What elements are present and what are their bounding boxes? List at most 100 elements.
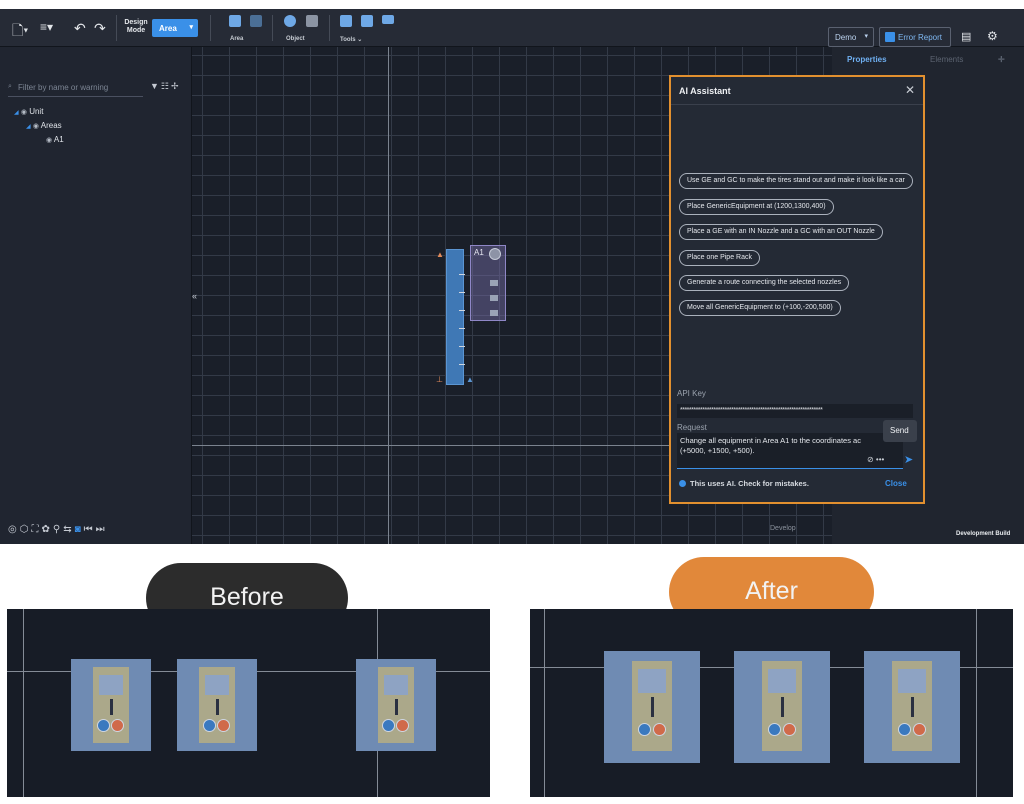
tools-ruler-icon[interactable] (382, 15, 394, 24)
camera-icon[interactable]: ◎ (8, 524, 20, 535)
development-build-label: Development Build (956, 531, 1011, 537)
equipment-marker[interactable] (490, 295, 498, 301)
error-report-label: Error Report (898, 33, 943, 42)
rack-tick (459, 292, 465, 293)
develop-label: Develop (770, 525, 796, 532)
search-icon: ⌕ (8, 83, 12, 90)
out-nozzle-icon (111, 719, 124, 732)
funnel-icon[interactable]: ▼ (150, 81, 161, 91)
filter-input[interactable]: ⌕ Filter by name or warning (8, 83, 143, 97)
tools-cube-icon[interactable] (340, 15, 352, 27)
palette-icon[interactable]: ✿ (41, 524, 52, 535)
tab-elements[interactable]: Elements (930, 55, 963, 64)
disclaimer-text: This uses AI. Check for mistakes. (690, 479, 809, 488)
area-label: A1 (474, 248, 484, 257)
cube-view-icon[interactable]: ⬡ (20, 524, 32, 535)
tree-item-areas[interactable]: ◢ ◉ Areas (26, 121, 62, 130)
api-key-input[interactable]: ****************************************… (677, 404, 913, 418)
list-edit-icon[interactable]: ≡▾ (40, 20, 53, 34)
error-report-button[interactable]: Error Report (879, 27, 951, 47)
tree-item-a1[interactable]: ◉ A1 (46, 135, 64, 144)
fit-icon[interactable]: ⛶ (31, 524, 41, 535)
sliders-icon[interactable]: ☷ (161, 81, 171, 91)
tree-item-label: A1 (53, 135, 64, 144)
pipe-rack[interactable] (446, 249, 465, 385)
area-box-icon[interactable] (229, 15, 241, 27)
toolbar-group-object: Object (286, 36, 305, 42)
tab-properties[interactable]: Properties (847, 55, 887, 64)
generic-equipment (177, 659, 257, 751)
generic-equipment (356, 659, 436, 751)
area-a1-box[interactable]: A1 (470, 245, 506, 321)
close-button[interactable]: Close (885, 479, 907, 488)
equipment-marker[interactable] (490, 280, 498, 286)
object-remove-icon[interactable] (306, 15, 318, 27)
dialog-title: AI Assistant (679, 86, 731, 96)
send-icon[interactable]: ➤ (904, 453, 913, 466)
out-nozzle-icon (217, 719, 230, 732)
new-file-icon[interactable]: 🗋▾ (12, 20, 28, 44)
out-nozzle-icon (913, 723, 926, 736)
suggestion-chip[interactable]: Place one Pipe Rack (679, 250, 760, 266)
rotate-handle-icon[interactable] (489, 248, 501, 260)
suggestion-chip[interactable]: Use GE and GC to make the tires stand ou… (679, 173, 913, 189)
info-icon (679, 480, 686, 487)
target-icon[interactable]: ◙ (75, 524, 84, 535)
gear-icon[interactable]: ⚙ (987, 29, 998, 43)
request-label: Request (677, 423, 707, 432)
expand-icon[interactable]: ✢ (171, 81, 181, 91)
in-nozzle-icon (97, 719, 110, 732)
in-nozzle-icon (898, 723, 911, 736)
eye-icon[interactable]: ◉ (21, 109, 27, 116)
area-person-icon[interactable] (250, 15, 262, 27)
collapse-panel-icon[interactable]: « (192, 291, 197, 301)
mode-select-value: Area (159, 24, 177, 33)
suggestion-chip[interactable]: Place GenericEquipment at (1200,1300,400… (679, 199, 834, 215)
expand-triangle-icon[interactable]: ◢ (14, 110, 19, 116)
anchor-marker-icon: ▲ (436, 250, 444, 259)
tools-axis-icon[interactable] (361, 15, 373, 27)
window-layout-icon[interactable]: ▤ (961, 30, 971, 43)
in-nozzle-icon (382, 719, 395, 732)
demo-select-value: Demo (835, 33, 857, 42)
suggestion-chip[interactable]: Generate a route connecting the selected… (679, 275, 850, 291)
toolbar-divider (272, 15, 273, 41)
toolbar-group-tools[interactable]: Tools ⌄ (340, 36, 362, 43)
mode-select[interactable]: Area ▾ (152, 19, 198, 37)
toolbar-divider (329, 15, 330, 41)
view-tools-bar: ◎⬡⛶✿⚲⇆◙⏮⏭ (8, 524, 108, 535)
grid-line (976, 609, 977, 797)
toolbar-divider (116, 15, 117, 41)
rack-tick (459, 346, 465, 347)
before-view (7, 609, 490, 797)
design-mode-label: Design Mode (124, 19, 148, 34)
expand-triangle-icon[interactable]: ◢ (26, 124, 31, 130)
redo-icon[interactable]: ↷ (94, 20, 106, 37)
checkbox-icon (885, 32, 895, 42)
demo-select[interactable]: Demo ▾ (828, 27, 874, 47)
generic-equipment (71, 659, 151, 751)
magnifier-icon[interactable]: ⚲ (53, 524, 63, 535)
tree-item-label: Areas (40, 121, 62, 130)
rack-tick (459, 310, 465, 311)
ai-disclaimer: This uses AI. Check for mistakes. (679, 479, 809, 488)
attach-icon[interactable]: ⊘ ••• (867, 455, 884, 464)
generic-equipment (864, 651, 960, 763)
chevron-down-icon: ▾ (189, 24, 193, 31)
eye-icon[interactable]: ◉ (33, 123, 39, 130)
route-icon[interactable]: ⇆ (63, 524, 74, 535)
generic-equipment (734, 651, 830, 763)
suggestion-chip[interactable]: Place a GE with an IN Nozzle and a GC wi… (679, 224, 883, 240)
close-icon[interactable]: ✕ (905, 83, 915, 97)
suggestion-chip[interactable]: Move all GenericEquipment to (+100,-200,… (679, 300, 841, 316)
skip-forward-icon[interactable]: ⏭ (96, 524, 108, 535)
object-add-icon[interactable] (284, 15, 296, 27)
skip-back-icon[interactable]: ⏮ (84, 524, 96, 535)
undo-icon[interactable]: ↶ (74, 20, 86, 37)
out-nozzle-icon (396, 719, 409, 732)
equipment-marker[interactable] (490, 310, 498, 316)
tree-item-unit[interactable]: ◢ ◉ Unit (14, 107, 43, 116)
eye-icon[interactable]: ◉ (46, 137, 52, 144)
add-panel-icon[interactable]: ✛ (998, 55, 1005, 64)
filter-placeholder: Filter by name or warning (18, 83, 109, 92)
